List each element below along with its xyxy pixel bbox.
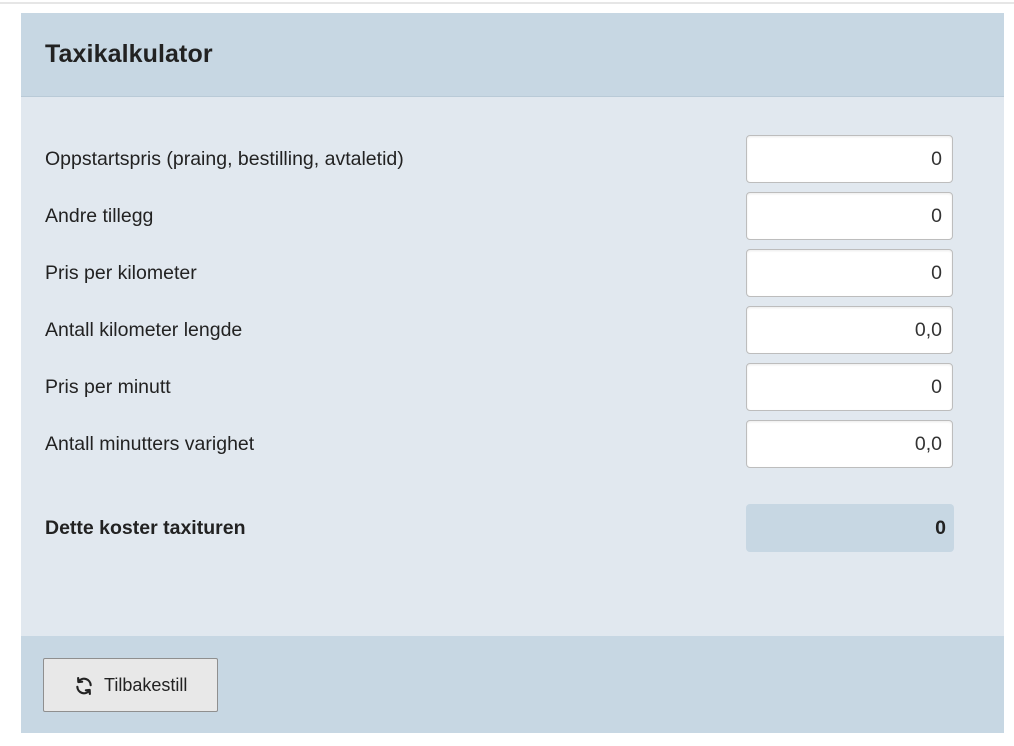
panel-footer: Tilbakestill <box>21 636 1004 733</box>
field-label-price-per-km: Pris per kilometer <box>45 262 197 284</box>
field-label-distance-km: Antall kilometer lengde <box>45 319 243 341</box>
price-per-minute-input[interactable] <box>746 363 953 411</box>
field-row-price-per-minute: Pris per minutt <box>21 363 1004 413</box>
top-divider <box>0 2 1014 4</box>
taxi-calculator-panel: Taxikalkulator Oppstartspris (praing, be… <box>21 13 1004 733</box>
field-label-other-fees: Andre tillegg <box>45 205 154 227</box>
reset-button[interactable]: Tilbakestill <box>43 658 218 712</box>
start-price-input[interactable] <box>746 135 953 183</box>
field-label-start-price: Oppstartspris (praing, bestilling, avtal… <box>45 148 404 170</box>
other-fees-input[interactable] <box>746 192 953 240</box>
field-row-start-price: Oppstartspris (praing, bestilling, avtal… <box>21 135 1004 185</box>
field-row-other-fees: Andre tillegg <box>21 192 1004 242</box>
field-row-duration-minutes: Antall minutters varighet <box>21 420 1004 470</box>
refresh-icon <box>76 676 92 695</box>
panel-header: Taxikalkulator <box>21 13 1004 97</box>
total-value: 0 <box>746 504 954 552</box>
reset-button-label: Tilbakestill <box>104 675 188 695</box>
reset-button-content: Tilbakestill <box>74 675 187 696</box>
field-label-price-per-minute: Pris per minutt <box>45 376 171 398</box>
panel-title: Taxikalkulator <box>45 40 213 68</box>
distance-km-input[interactable] <box>746 306 953 354</box>
total-row: Dette koster taxituren 0 <box>21 504 1004 554</box>
price-per-km-input[interactable] <box>746 249 953 297</box>
duration-minutes-input[interactable] <box>746 420 953 468</box>
field-row-price-per-km: Pris per kilometer <box>21 249 1004 299</box>
field-label-duration-minutes: Antall minutters varighet <box>45 433 255 455</box>
field-row-distance-km: Antall kilometer lengde <box>21 306 1004 356</box>
total-label: Dette koster taxituren <box>45 517 246 539</box>
